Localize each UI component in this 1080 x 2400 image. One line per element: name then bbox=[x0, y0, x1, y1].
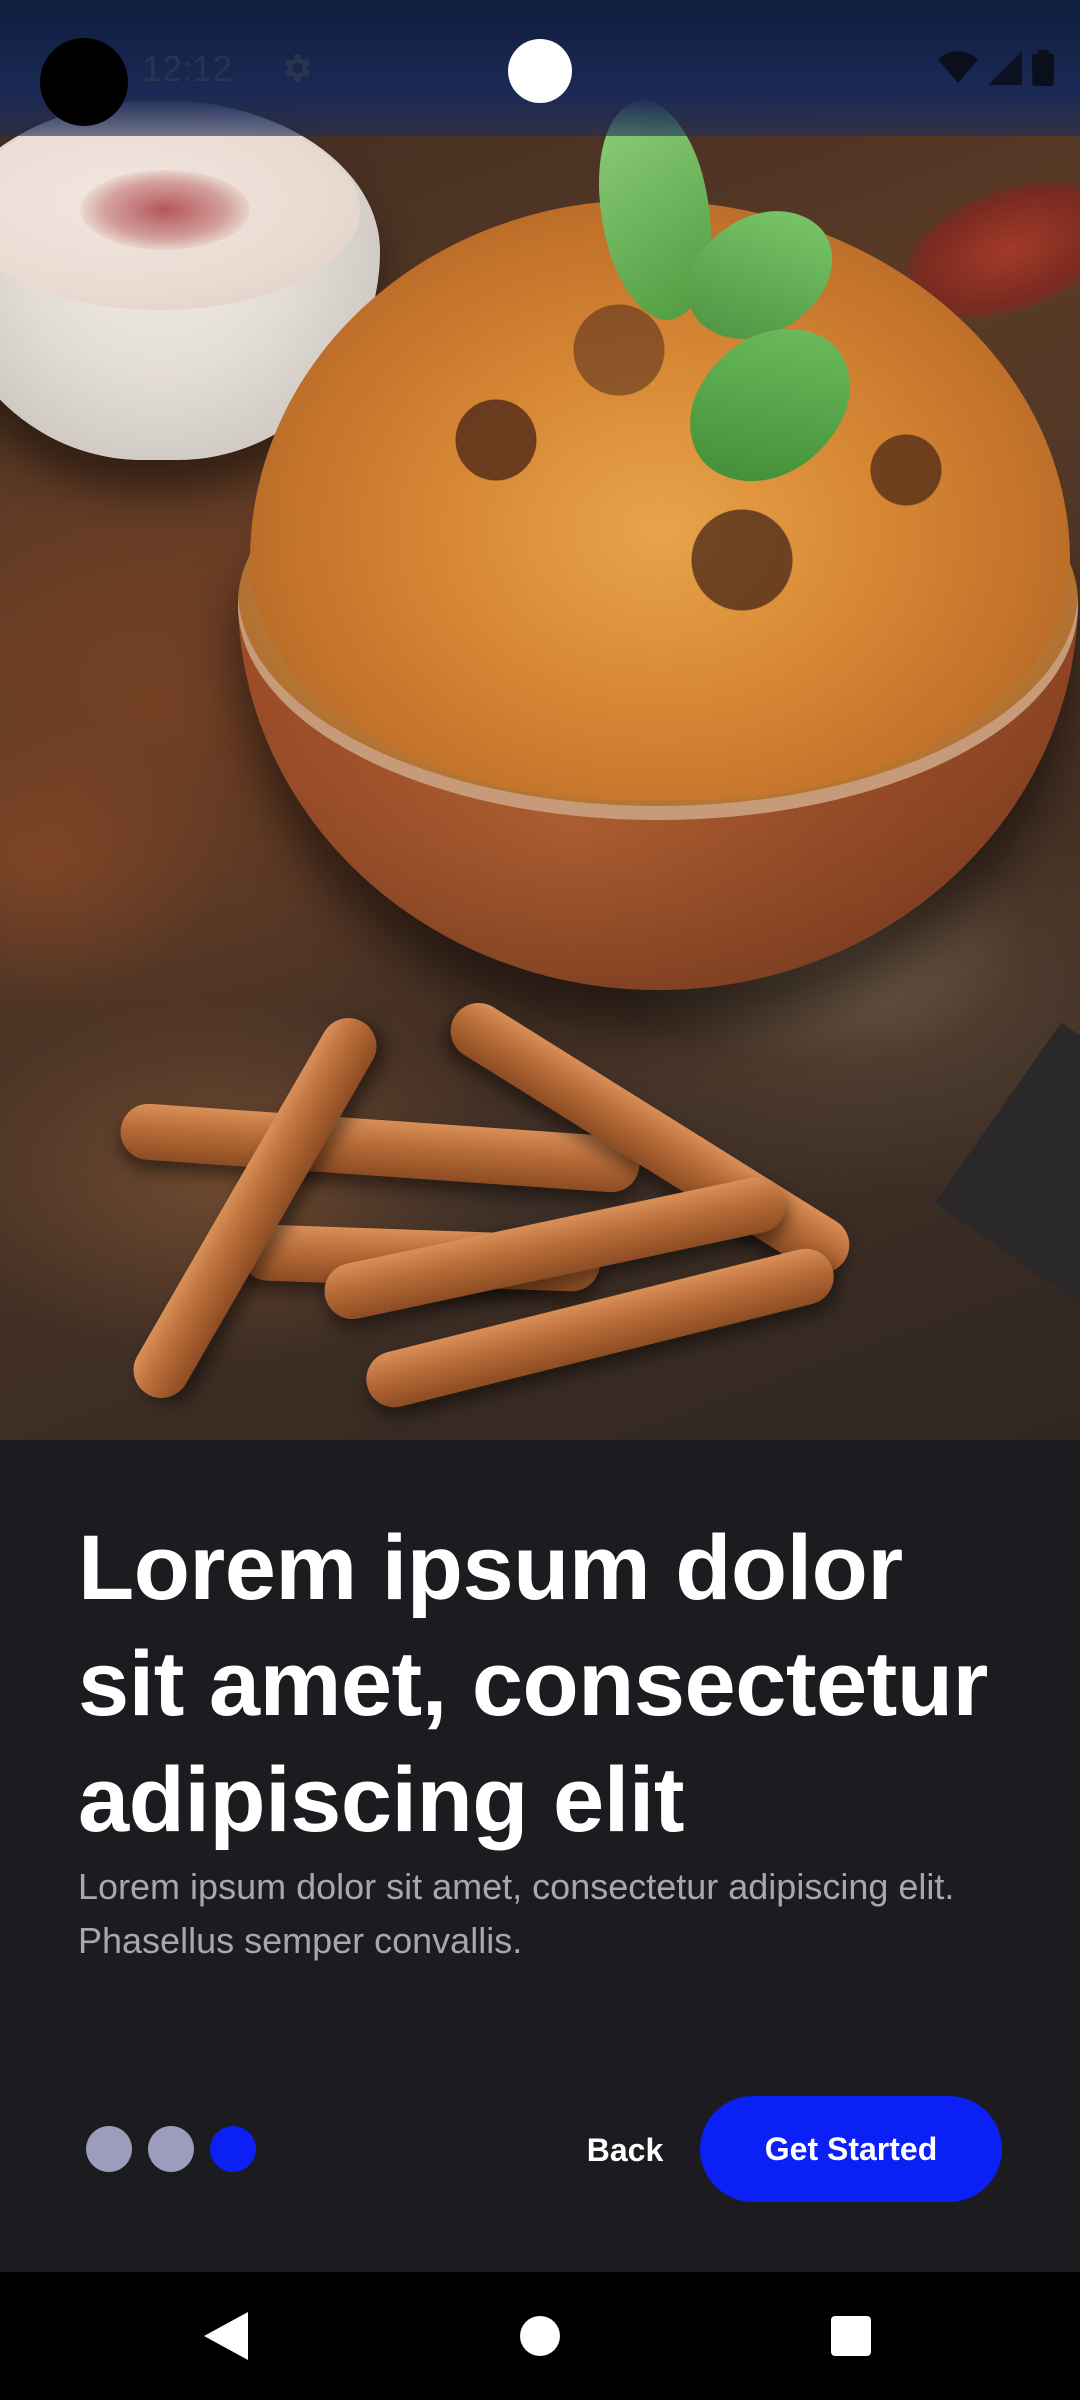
nav-back-button[interactable] bbox=[146, 2272, 306, 2400]
page-indicator bbox=[86, 2126, 256, 2172]
home-icon bbox=[520, 2316, 560, 2356]
page-dot-3[interactable] bbox=[210, 2126, 256, 2172]
hero-food-image bbox=[0, 0, 1080, 1440]
nav-recents-button[interactable] bbox=[771, 2272, 931, 2400]
status-icons bbox=[938, 48, 1054, 88]
onboarding-headline: Lorem ipsum dolor sit amet, consectetur … bbox=[78, 1517, 988, 1851]
front-camera bbox=[508, 39, 572, 103]
wifi-icon bbox=[938, 51, 978, 83]
recents-icon bbox=[831, 2316, 871, 2356]
cellular-signal-icon bbox=[988, 51, 1022, 85]
nav-home-button[interactable] bbox=[460, 2272, 620, 2400]
back-icon bbox=[204, 2312, 248, 2360]
get-started-button[interactable]: Get Started bbox=[700, 2096, 1002, 2202]
gear-icon bbox=[284, 54, 311, 82]
status-time: 12:12 bbox=[142, 48, 233, 89]
navigation-bar bbox=[0, 2272, 1080, 2400]
status-bar: 12:12 bbox=[0, 0, 1080, 136]
onboarding-screen: 12:12 Lorem ipsum dolor sit amet, consec… bbox=[0, 0, 1080, 2400]
page-dot-1[interactable] bbox=[86, 2126, 132, 2172]
battery-icon bbox=[1032, 50, 1054, 86]
page-dot-2[interactable] bbox=[148, 2126, 194, 2172]
back-button[interactable]: Back bbox=[562, 2112, 688, 2188]
camera-cutout bbox=[40, 38, 128, 126]
onboarding-description: Lorem ipsum dolor sit amet, consectetur … bbox=[78, 1866, 955, 1961]
